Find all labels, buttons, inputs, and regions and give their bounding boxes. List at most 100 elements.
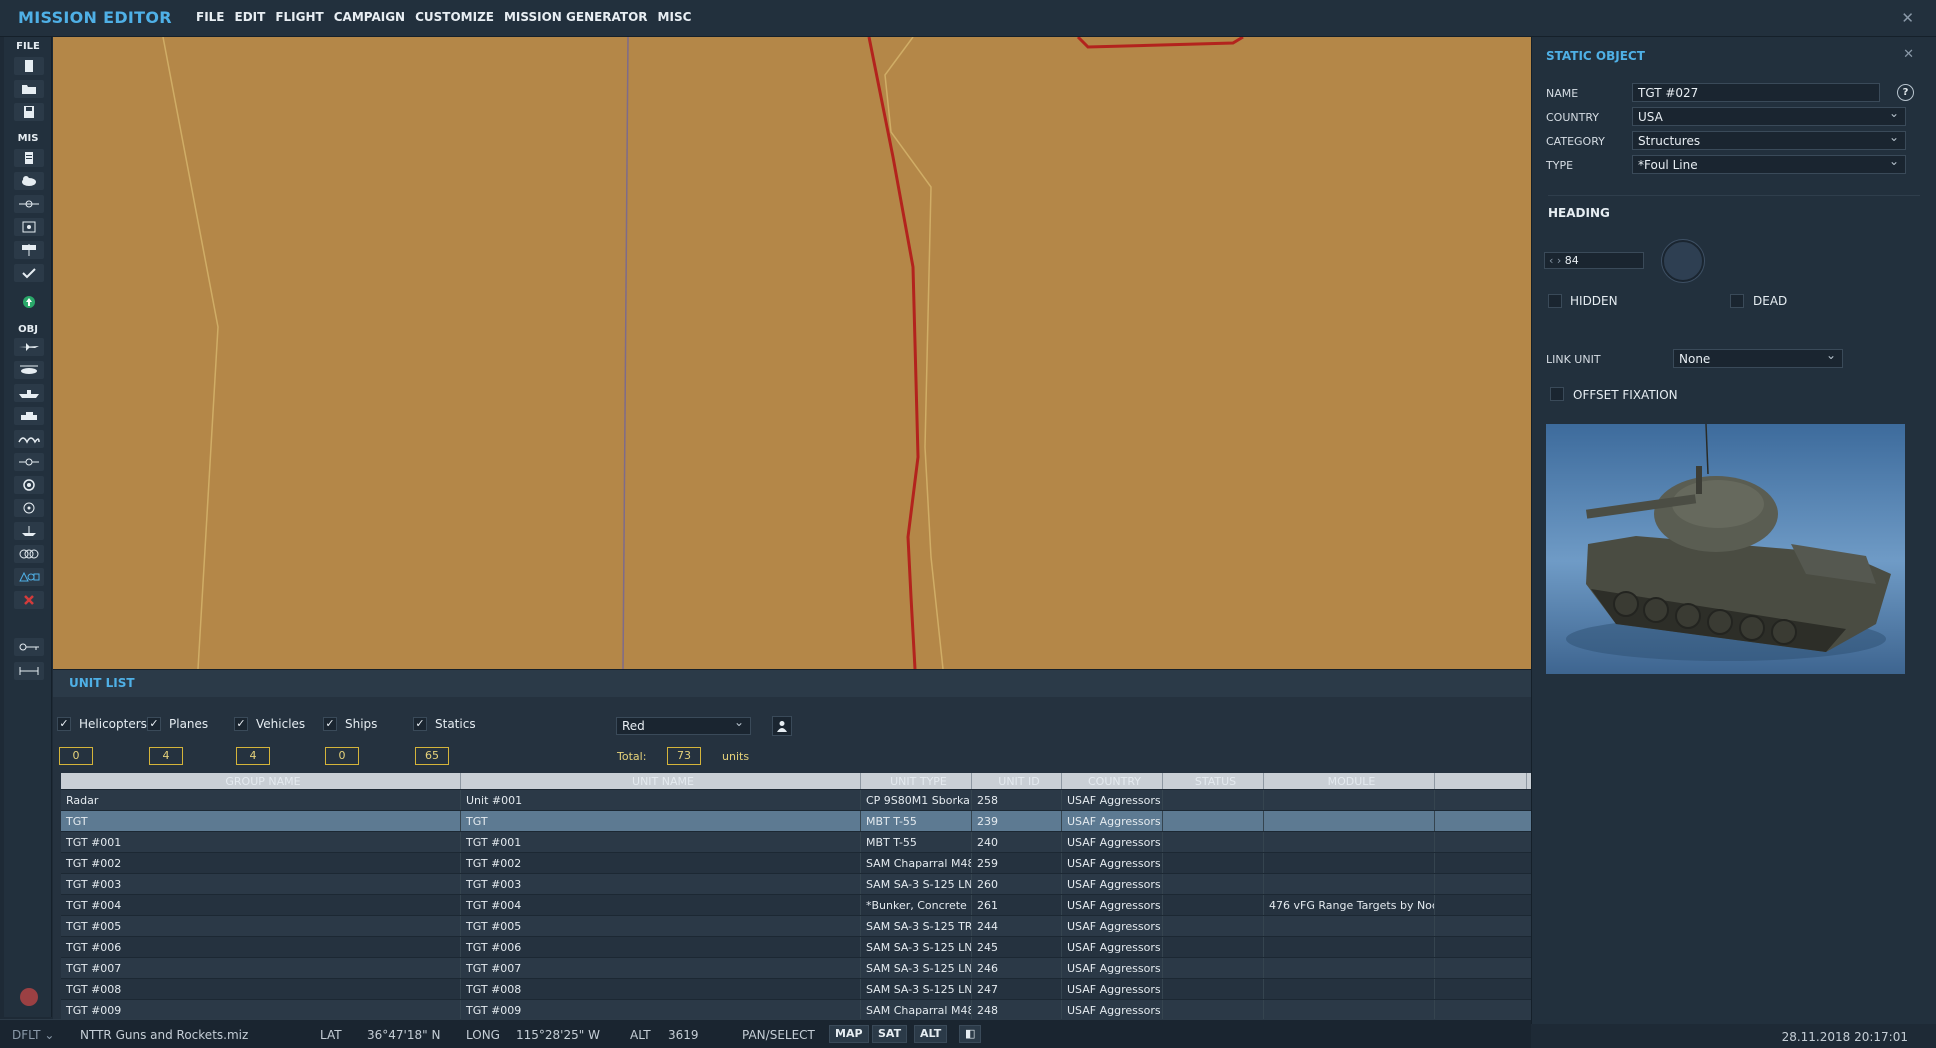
- waypoint-icon[interactable]: [14, 453, 44, 471]
- table-cell: [1163, 790, 1264, 810]
- go-icon[interactable]: [14, 293, 44, 311]
- table-cell: [1163, 916, 1264, 936]
- plane-icon[interactable]: [14, 338, 44, 356]
- filter-statics[interactable]: ✓ Statics: [413, 717, 476, 731]
- column-header[interactable]: MODULE: [1264, 773, 1435, 789]
- menu-mission-generator[interactable]: MISSION GENERATOR: [504, 10, 648, 24]
- table-cell: 239: [972, 811, 1062, 831]
- menu-file[interactable]: FILE: [196, 10, 225, 24]
- coalition-select[interactable]: Red: [616, 715, 751, 735]
- panel-close-icon[interactable]: ✕: [1903, 47, 1914, 62]
- target-circle-icon[interactable]: [14, 499, 44, 517]
- table-row[interactable]: TGT #001 TGT #001 MBT T-55 240 USAF Aggresso…: [61, 832, 1531, 853]
- trigger-zone-icon[interactable]: [14, 195, 44, 213]
- column-header[interactable]: GROUP NAME: [61, 773, 461, 789]
- table-cell: USAF Aggressors: [1062, 916, 1163, 936]
- table-row[interactable]: TGT #008 TGT #008 SAM SA-3 S-125 LN 247 USAF…: [61, 979, 1531, 1000]
- unit-list-title: UNIT LIST: [69, 676, 135, 690]
- airdrome-icon[interactable]: [14, 430, 44, 448]
- table-cell-filler: [1435, 916, 1527, 936]
- link-unit-select[interactable]: None: [1673, 348, 1843, 368]
- type-select[interactable]: *Foul Line: [1632, 154, 1906, 174]
- table-row[interactable]: TGT #002 TGT #002 SAM Chaparral M48 259 USAF…: [61, 853, 1531, 874]
- country-select[interactable]: USA: [1632, 106, 1906, 126]
- help-icon[interactable]: ?: [1897, 84, 1914, 101]
- table-cell: [1163, 958, 1264, 978]
- heading-dial[interactable]: [1662, 240, 1704, 282]
- route-icon[interactable]: [14, 545, 44, 563]
- filter-ships[interactable]: ✓ Ships: [323, 717, 377, 731]
- table-cell: TGT #004: [61, 895, 461, 915]
- filter-checkbox[interactable]: ✓: [413, 717, 427, 731]
- ship-icon[interactable]: [14, 384, 44, 402]
- offset-fixation-checkbox[interactable]: [1550, 387, 1564, 401]
- flag-icon[interactable]: [14, 241, 44, 259]
- save-icon[interactable]: [14, 103, 44, 121]
- weather-icon[interactable]: [14, 172, 44, 190]
- shapes-icon[interactable]: [14, 568, 44, 586]
- menu-campaign[interactable]: CAMPAIGN: [334, 10, 405, 24]
- table-row[interactable]: TGT #003 TGT #003 SAM SA-3 S-125 LN 260 USAF…: [61, 874, 1531, 895]
- menu-edit[interactable]: EDIT: [235, 10, 266, 24]
- new-file-icon[interactable]: [14, 57, 44, 75]
- heading-stepper[interactable]: ‹ › 84: [1544, 252, 1644, 269]
- key-icon[interactable]: [14, 638, 44, 656]
- coalition-value: Red: [622, 719, 645, 733]
- dead-checkbox[interactable]: [1730, 294, 1744, 308]
- table-row[interactable]: TGT #006 TGT #006 SAM SA-3 S-125 LN 245 USAF…: [61, 937, 1531, 958]
- table-row[interactable]: TGT #004 TGT #004 *Bunker, Concrete (261 US…: [61, 895, 1531, 916]
- total-count: 73: [667, 747, 701, 765]
- table-cell: TGT #009: [461, 1000, 861, 1020]
- delete-icon[interactable]: [14, 591, 44, 609]
- table-cell: SAM SA-3 S-125 LN: [861, 937, 972, 957]
- filter-planes[interactable]: ✓ Planes: [147, 717, 208, 731]
- briefing-icon[interactable]: [14, 149, 44, 167]
- circle-icon[interactable]: [14, 476, 44, 494]
- table-row[interactable]: TGT #009 TGT #009 SAM Chaparral M48 248 USAF…: [61, 1000, 1531, 1021]
- column-header[interactable]: STATUS: [1163, 773, 1264, 789]
- column-header[interactable]: COUNTRY: [1062, 773, 1163, 789]
- stepper-arrows-icon[interactable]: ‹ ›: [1549, 254, 1565, 267]
- link-unit-value: None: [1679, 352, 1711, 366]
- open-folder-icon[interactable]: [14, 80, 44, 98]
- column-header[interactable]: UNIT NAME: [461, 773, 861, 789]
- status-bar: DFLT ⌄ NTTR Guns and Rockets.miz LAT 36°…: [0, 1019, 1531, 1048]
- divider: [1548, 195, 1920, 196]
- filter-checkbox[interactable]: ✓: [323, 717, 337, 731]
- table-row[interactable]: Radar Unit #001 CP 9S80M1 Sborka 258 USAF Ag…: [61, 790, 1531, 811]
- filter-checkbox[interactable]: ✓: [147, 717, 161, 731]
- filter-count: 4: [149, 747, 183, 765]
- helicopter-icon[interactable]: [14, 361, 44, 379]
- table-row[interactable]: TGT #005 TGT #005 SAM SA-3 S-125 TR 244 USAF…: [61, 916, 1531, 937]
- map-mode-button[interactable]: MAP: [829, 1025, 869, 1043]
- check-icon[interactable]: [14, 264, 44, 282]
- static-icon[interactable]: [14, 522, 44, 540]
- alt-mode-button[interactable]: ALT: [914, 1025, 948, 1043]
- ruler-icon[interactable]: [14, 662, 44, 680]
- exit-icon[interactable]: [20, 988, 38, 1006]
- column-header[interactable]: UNIT TYPE: [861, 773, 972, 789]
- menu-customize[interactable]: CUSTOMIZE: [415, 10, 494, 24]
- toolbar-section-label: FILE: [16, 41, 40, 52]
- toggle-icon[interactable]: ◧: [959, 1025, 982, 1043]
- mode-label: PAN/SELECT: [742, 1028, 815, 1042]
- hidden-checkbox[interactable]: [1548, 294, 1562, 308]
- target-icon[interactable]: [14, 218, 44, 236]
- category-select[interactable]: Structures: [1632, 130, 1906, 150]
- vehicle-icon[interactable]: [14, 407, 44, 425]
- filter-checkbox[interactable]: ✓: [57, 717, 71, 731]
- sat-mode-button[interactable]: SAT: [872, 1025, 908, 1043]
- menu-misc[interactable]: MISC: [658, 10, 692, 24]
- name-field[interactable]: TGT #027: [1632, 83, 1880, 102]
- person-icon[interactable]: [772, 716, 792, 736]
- window-close-icon[interactable]: ✕: [1901, 9, 1914, 27]
- map-view[interactable]: [53, 37, 1531, 669]
- column-header[interactable]: UNIT ID: [972, 773, 1062, 789]
- filter-helicopters[interactable]: ✓ Helicopters: [57, 717, 147, 731]
- filter-checkbox[interactable]: ✓: [234, 717, 248, 731]
- table-row[interactable]: TGT #007 TGT #007 SAM SA-3 S-125 LN 246 USAF…: [61, 958, 1531, 979]
- profile-select[interactable]: DFLT ⌄: [12, 1028, 54, 1042]
- table-row[interactable]: TGT TGT MBT T-55 239 USAF Aggressors: [61, 811, 1531, 832]
- filter-vehicles[interactable]: ✓ Vehicles: [234, 717, 305, 731]
- menu-flight[interactable]: FLIGHT: [275, 10, 323, 24]
